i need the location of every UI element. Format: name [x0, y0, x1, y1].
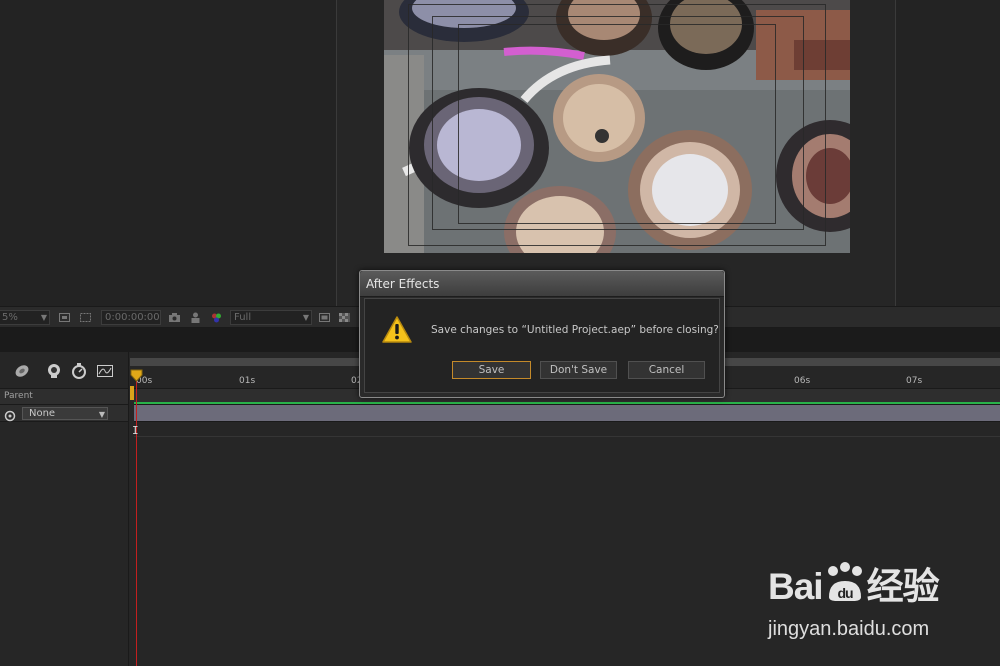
parent-dropdown[interactable]: None ▼ — [22, 407, 108, 420]
parent-column-label: Parent — [4, 391, 33, 401]
save-changes-dialog: After Effects Save changes to “Untitled … — [359, 270, 725, 398]
layer-duration-bar[interactable] — [134, 405, 1000, 422]
pickwhip-icon[interactable] — [4, 407, 16, 422]
transparency-grid-icon[interactable] — [79, 311, 92, 324]
comp-button-icon[interactable] — [0, 362, 12, 380]
ruler-label-02s: 02s — [351, 376, 359, 386]
timecode-value: 0:00:00:00 — [105, 312, 160, 323]
checkerboard-icon[interactable] — [338, 311, 351, 324]
dialog-body: Save changes to “Untitled Project.aep” b… — [364, 298, 720, 393]
current-time-field[interactable]: 0:00:00:00 — [101, 310, 161, 325]
timeline-panel: Parent None ▼ 00s 01s 02s 06s 07s — [0, 352, 1000, 666]
motion-blur-icon[interactable] — [70, 362, 88, 380]
shy-layers-icon[interactable] — [45, 362, 63, 380]
parent-column-header: Parent — [0, 388, 128, 405]
save-button[interactable]: Save — [452, 361, 531, 379]
dialog-message: Save changes to “Untitled Project.aep” b… — [431, 324, 719, 336]
resolution-value: Full — [234, 312, 252, 323]
region-icon[interactable] — [58, 311, 71, 324]
chevron-down-icon: ▼ — [98, 410, 105, 419]
text-cursor-icon: I — [132, 424, 139, 437]
time-graph[interactable]: 00s 01s 02s 06s 07s I — [130, 352, 1000, 666]
fast-previews-icon[interactable] — [318, 311, 331, 324]
track-divider — [134, 436, 1000, 437]
ruler-label-06s: 06s — [794, 376, 811, 386]
resolution-dropdown[interactable]: Full ▼ — [230, 310, 312, 325]
ruler-label-01s: 01s — [239, 376, 256, 386]
show-snapshot-icon[interactable] — [189, 311, 202, 324]
zoom-dropdown[interactable]: 5% ▼ — [0, 310, 50, 325]
parent-value: None — [29, 408, 56, 419]
chevron-down-icon: ▼ — [40, 313, 47, 322]
flowerpots-photo — [384, 0, 850, 253]
render-bar — [134, 402, 1000, 404]
camera-icon[interactable] — [168, 311, 181, 324]
channel-icon[interactable] — [210, 311, 223, 324]
warning-icon — [381, 315, 413, 345]
ruler-label-07s: 07s — [906, 376, 923, 386]
dont-save-button[interactable]: Don't Save — [540, 361, 617, 379]
dialog-title: After Effects — [366, 277, 440, 291]
composition-viewer — [0, 0, 1000, 306]
playhead-line — [136, 370, 137, 666]
dialog-titlebar[interactable]: After Effects — [360, 271, 724, 297]
chevron-down-icon: ▼ — [302, 313, 309, 322]
cancel-button[interactable]: Cancel — [628, 361, 705, 379]
timeline-switches — [0, 356, 128, 384]
composition-footage — [384, 0, 850, 253]
layer-outline-panel: Parent None ▼ — [0, 352, 129, 666]
zoom-value: 5% — [2, 312, 18, 323]
work-area-start-handle[interactable] — [130, 386, 134, 400]
draft-3d-icon[interactable] — [13, 362, 31, 380]
layer-row[interactable]: None ▼ — [0, 405, 128, 422]
graph-editor-icon[interactable] — [96, 362, 114, 380]
playhead-icon[interactable] — [130, 368, 143, 382]
